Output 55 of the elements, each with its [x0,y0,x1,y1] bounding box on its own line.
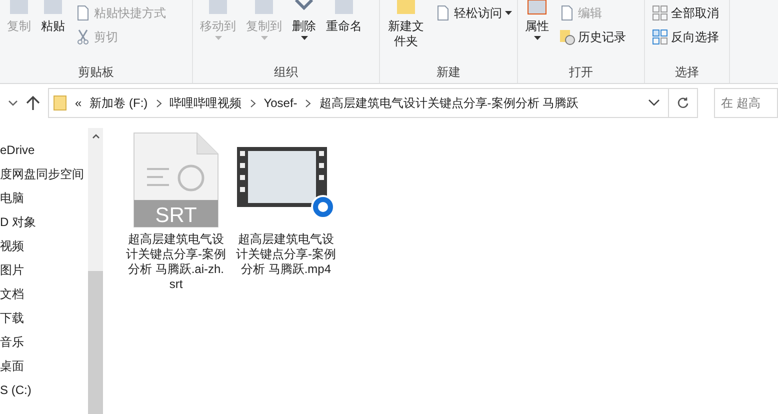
recent-locations-icon[interactable] [8,99,18,107]
chevron-icon [156,98,162,108]
ribbon-button[interactable]: 粘贴 [38,0,68,62]
sidebar-item[interactable]: 图片 [0,258,88,282]
scroll-up-icon[interactable] [92,134,100,139]
chevron-icon [305,98,312,108]
ribbon-icon [394,0,418,16]
ribbon-button[interactable]: 新建文件夹 [384,0,428,62]
sidebar-item[interactable]: 视频 [0,234,88,258]
sidebar-item[interactable]: 度网盘同步空间 [0,162,88,186]
group-label: 剪贴板 [77,64,115,81]
file-name[interactable]: 超高层建筑电气设计关键点分享-案例分析 马腾跃.mp4 [236,232,336,277]
breadcrumb[interactable]: 哔哩哔哩视频 [170,94,242,112]
scrollbar[interactable] [88,128,103,414]
group-label: 新建 [436,64,462,81]
sidebar-item[interactable]: 音乐 [0,330,88,354]
sidebar-item[interactable]: S (C:) [0,378,88,402]
breadcrumb[interactable]: 新加卷 (F:) [90,94,148,112]
ribbon-button[interactable]: 历史记录 [556,26,629,48]
ribbon-button[interactable]: 全部取消 [649,2,722,24]
breadcrumb[interactable]: « [75,96,82,110]
breadcrumb[interactable]: Yosef- [264,96,298,110]
sidebar-item[interactable]: 文档 [0,282,88,306]
breadcrumb[interactable]: 超高层建筑电气设计关键点分享-案例分析 马腾跃 [319,94,579,112]
ribbon-button[interactable]: 反向选择 [649,26,722,48]
folder-icon [53,95,67,111]
search-field[interactable]: 在 超高 [714,88,778,118]
subtitle-file-icon [134,132,218,228]
ribbon-button[interactable]: 删除 [289,0,319,62]
sidebar-item[interactable]: 下载 [0,306,88,330]
ribbon-button[interactable]: 属性 [522,0,552,62]
sidebar-item[interactable]: 电脑 [0,186,88,210]
group-label: 组织 [273,64,299,81]
sidebar-item[interactable]: 桌面 [0,354,88,378]
refresh-icon [677,97,689,109]
ribbon-icon [75,5,91,21]
chevron-icon [250,98,256,108]
ribbon-icon [75,29,91,45]
ribbon-button[interactable]: 重命名 [323,0,365,62]
group-label: 选择 [674,64,700,81]
ribbon-icon [652,5,668,21]
up-arrow-icon[interactable] [26,95,40,111]
ribbon-button[interactable]: 轻松访问 [432,2,515,24]
file-name[interactable]: 超高层建筑电气设计关键点分享-案例分析 马腾跃.ai-zh.srt [126,232,226,292]
ribbon-icon [652,29,668,45]
ribbon-icon [559,29,575,45]
ribbon-icon [435,5,451,21]
dropdown-icon[interactable] [648,99,660,107]
file-type-label: SRT [155,204,197,227]
ribbon-icon [559,5,575,21]
sidebar-item[interactable]: eDrive [0,138,88,162]
group-label: 打开 [568,64,594,81]
sidebar-item[interactable]: D 对象 [0,210,88,234]
scrollbar-thumb[interactable] [88,271,103,414]
address-bar[interactable]: « 新加卷 (F:) 哔哩哔哩视频 Yosef- 超高层建筑电气设计关键点分享-案例分析 马腾跃 [48,88,698,118]
